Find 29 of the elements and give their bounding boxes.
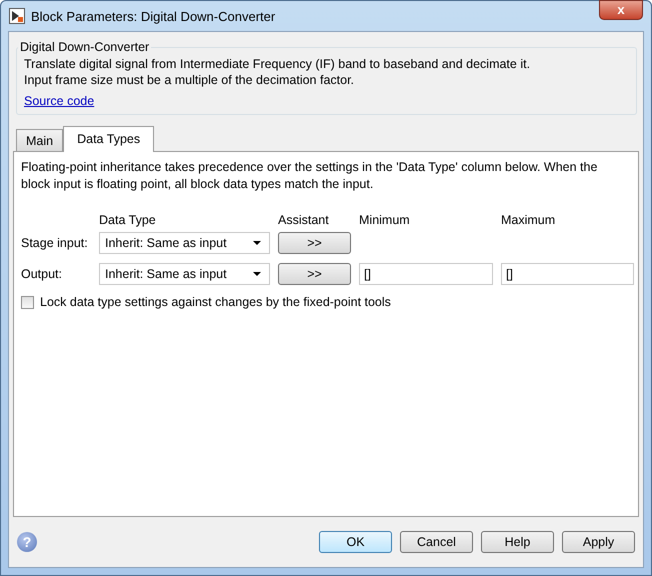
data-type-dropdown[interactable]: Inherit: Same as input (99, 232, 270, 254)
checkbox[interactable] (21, 296, 34, 308)
dialog-button[interactable]: Help (481, 531, 554, 553)
row-label: Stage input: (21, 236, 89, 250)
row-label: Output: (21, 267, 63, 281)
column-header: Data Type (99, 213, 157, 227)
dropdown-arrow-icon (253, 241, 261, 245)
source-code-link[interactable]: Source code (24, 94, 94, 108)
assistant-button[interactable]: >> (278, 263, 351, 285)
checkbox-label: Lock data type settings against changes by the fixed-point tools (40, 295, 391, 309)
assistant-button[interactable]: >> (278, 232, 351, 254)
description-text: Input frame size must be a multiple of the decimation factor. (24, 72, 356, 88)
group-title: Digital Down-Converter (19, 40, 150, 54)
data-type-dropdown[interactable]: Inherit: Same as input (99, 263, 270, 285)
dropdown-arrow-icon (253, 272, 261, 276)
dialog-button[interactable]: Cancel (400, 531, 473, 553)
block-icon (9, 8, 25, 24)
note-text: Floating-point inheritance takes precedence over the settings in the 'Data Type' column below. When the block input is floating point, all block data types match the input. (21, 159, 598, 193)
description-text: Translate digital signal from Intermediate Frequency (IF) band to baseband and decimate it. (24, 56, 532, 72)
minimum-field[interactable]: [] (359, 263, 493, 285)
dialog-button[interactable]: OK (319, 531, 392, 553)
tab[interactable]: Data Types (63, 126, 154, 152)
column-header: Assistant (278, 213, 330, 227)
dialog-button[interactable]: Apply (562, 531, 635, 553)
maximum-field[interactable]: [] (501, 263, 634, 285)
tab[interactable]: Main (16, 129, 64, 151)
column-header: Minimum (359, 213, 411, 227)
window-title: Block Parameters: Digital Down-Converter (31, 8, 276, 24)
column-header: Maximum (501, 213, 556, 227)
